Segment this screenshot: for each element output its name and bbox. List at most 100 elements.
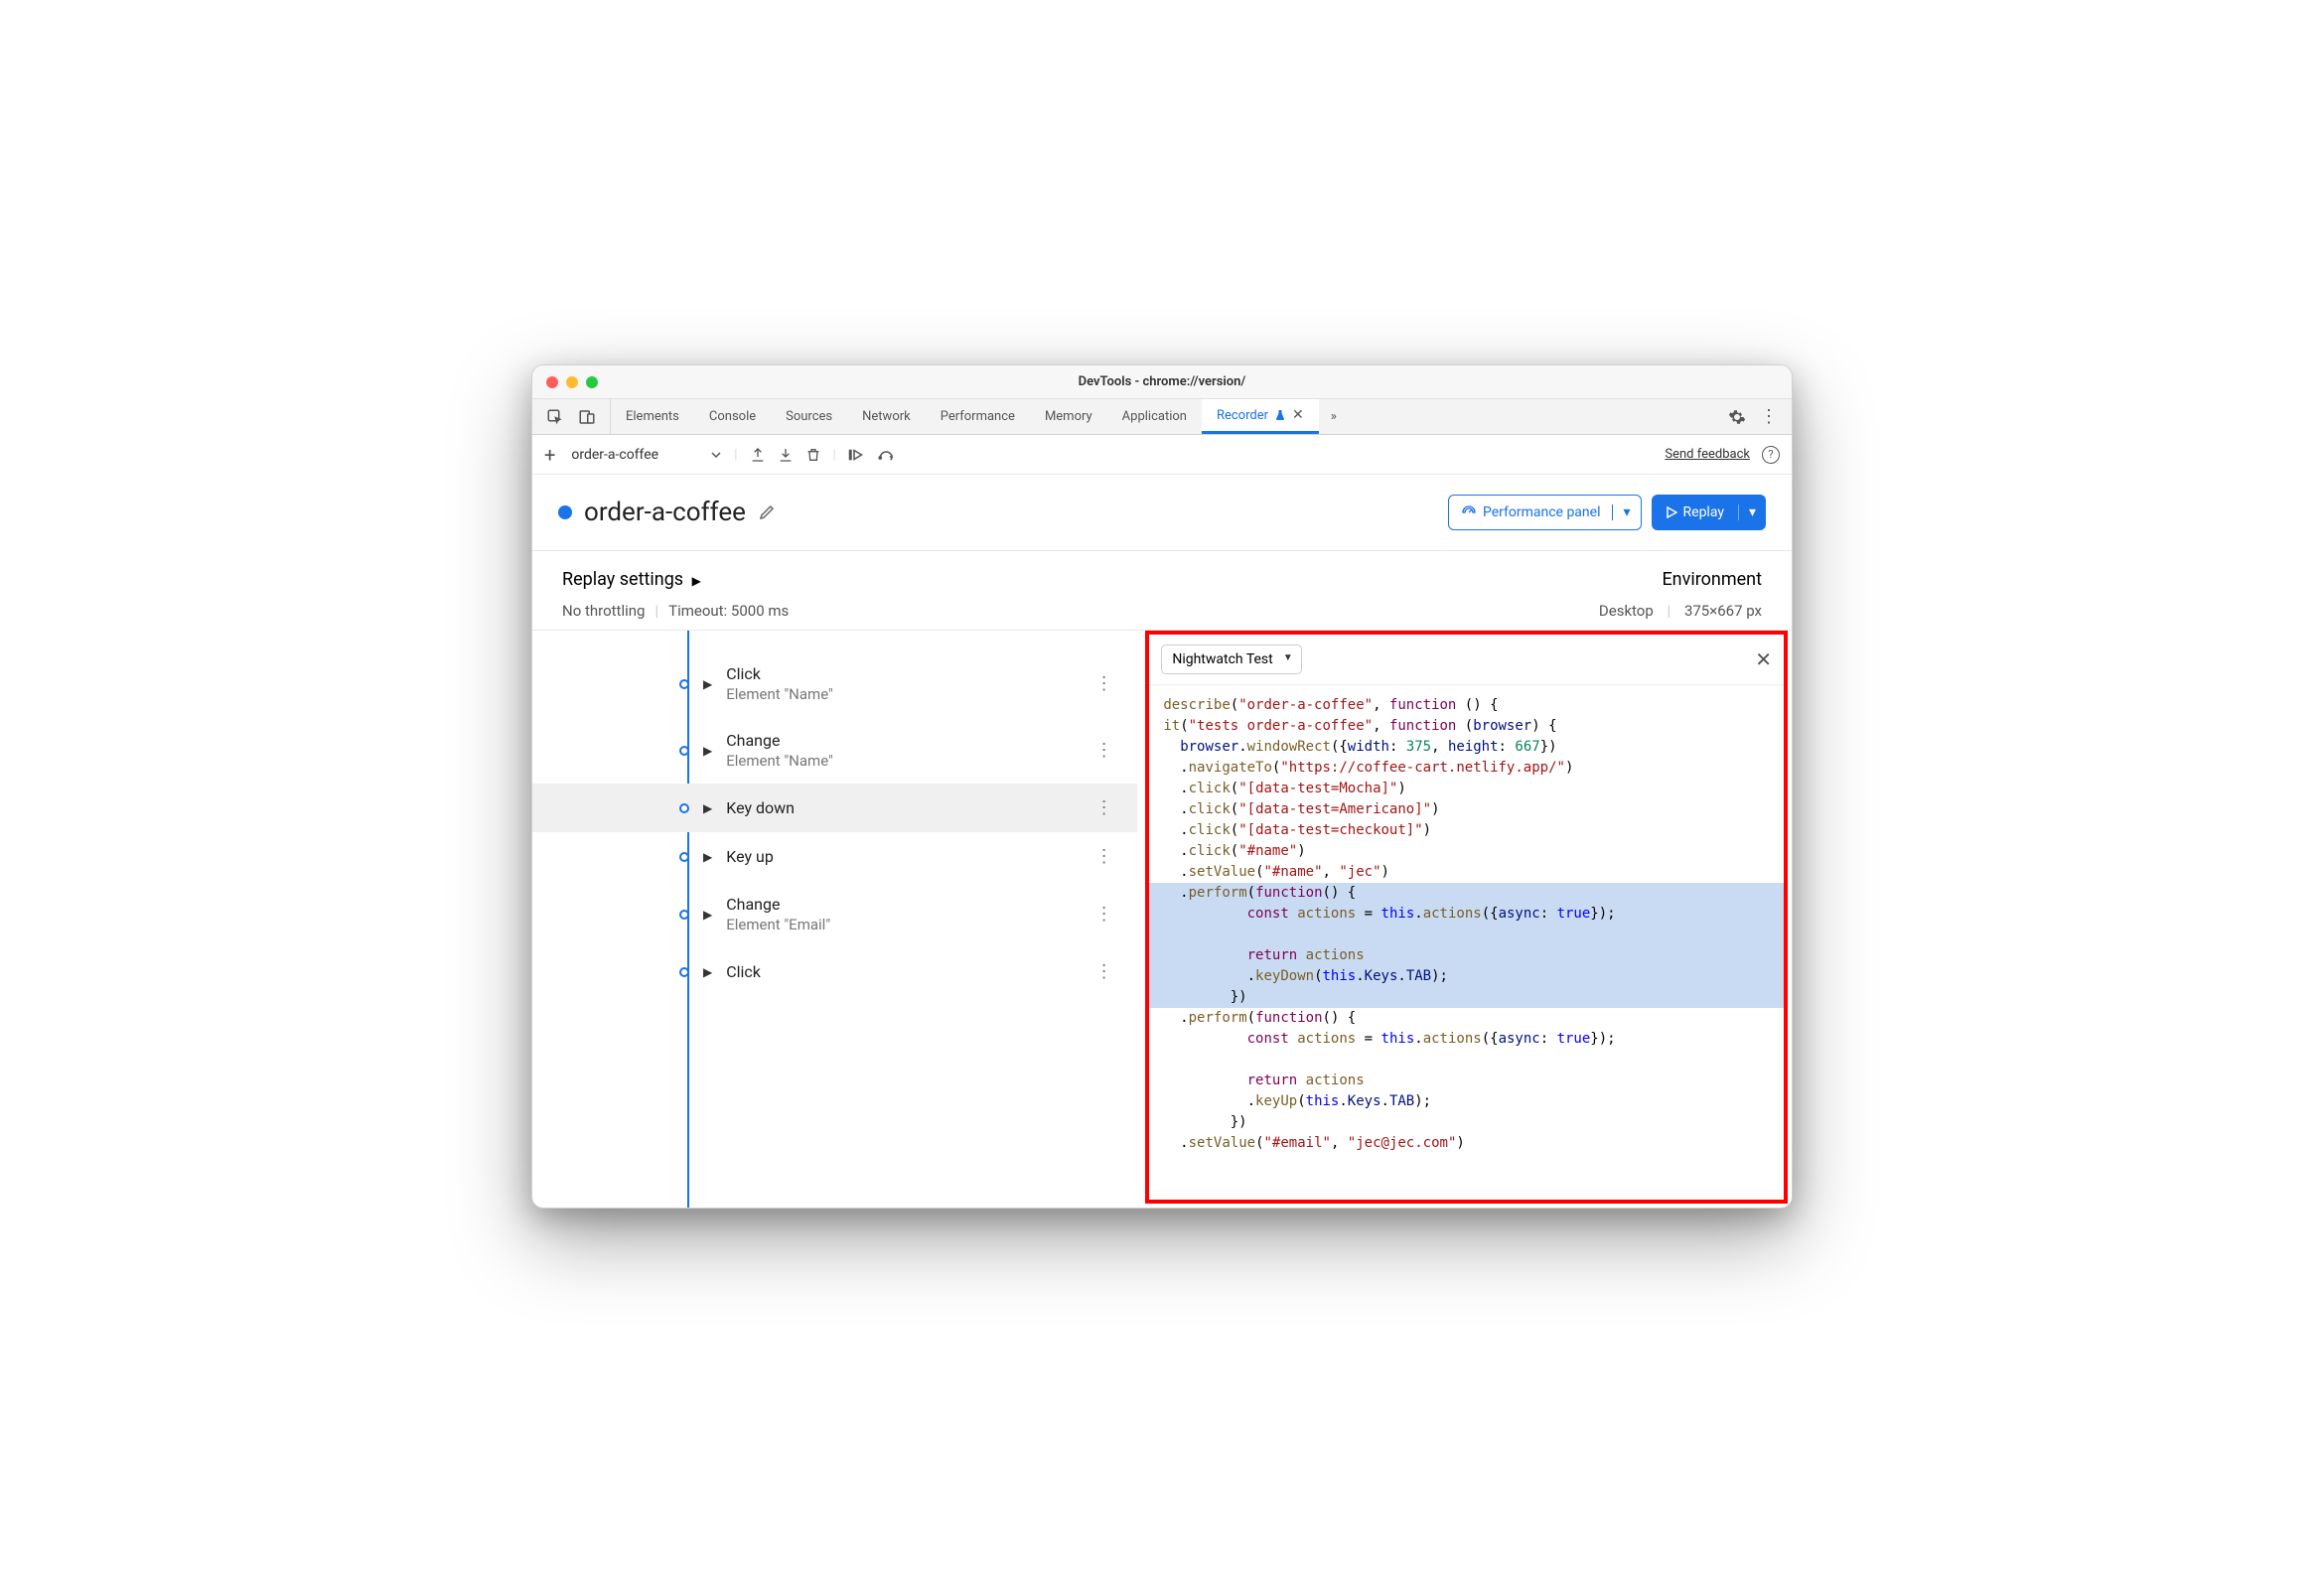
step-row[interactable]: ▶ChangeElement "Name"⋮ <box>532 717 1137 784</box>
steps-column: ▶ClickElement "Name"⋮▶ChangeElement "Nam… <box>532 631 1137 1208</box>
code-line: return actions <box>1163 1071 1784 1091</box>
close-panel-icon[interactable]: ✕ <box>1755 647 1772 671</box>
window-title: DevTools - chrome://version/ <box>532 374 1792 389</box>
page-title: order-a-coffee <box>584 498 746 527</box>
kebab-menu-icon[interactable]: ⋮ <box>1760 406 1778 427</box>
step-menu-icon[interactable]: ⋮ <box>1088 797 1121 818</box>
step-title: Key down <box>726 798 1073 817</box>
code-export-panel: Nightwatch Test ✕ describe("order-a-coff… <box>1145 631 1788 1204</box>
titlebar: DevTools - chrome://version/ <box>532 365 1792 399</box>
step-node <box>679 967 689 977</box>
help-icon[interactable]: ? <box>1762 446 1780 464</box>
throttling-value: No throttling <box>562 602 645 620</box>
step-play-icon[interactable] <box>848 447 866 463</box>
code-line: }) <box>1163 1112 1784 1133</box>
step-title: Click <box>726 664 1073 683</box>
step-row[interactable]: ▶ Click ⋮ <box>532 947 1137 996</box>
status-dot <box>558 505 572 519</box>
inspect-element-icon[interactable] <box>546 408 564 426</box>
edit-title-icon[interactable] <box>758 503 776 521</box>
expand-caret-icon[interactable]: ▶ <box>703 908 712 922</box>
close-tab-icon[interactable]: ✕ <box>1292 407 1304 423</box>
more-tabs-icon[interactable]: » <box>1319 399 1349 434</box>
panel-tabbar: Elements Console Sources Network Perform… <box>532 399 1792 435</box>
export-icon[interactable] <box>750 447 766 463</box>
env-device: Desktop <box>1599 602 1654 620</box>
step-subtitle: Element "Name" <box>726 685 1073 703</box>
step-row[interactable]: ▶ Key down ⋮ <box>532 784 1137 832</box>
step-over-icon[interactable] <box>878 447 896 463</box>
step-title: Change <box>726 731 1073 750</box>
code-line: return actions <box>1149 945 1784 966</box>
device-toggle-icon[interactable] <box>578 408 596 426</box>
expand-caret-icon[interactable]: ▶ <box>703 801 712 815</box>
step-menu-icon[interactable]: ⋮ <box>1088 904 1121 925</box>
code-line: describe("order-a-coffee", function () { <box>1163 695 1784 716</box>
code-line: .click("[data-test=Americano]") <box>1163 799 1784 820</box>
delete-icon[interactable] <box>805 447 821 463</box>
recording-name-dropdown[interactable]: order-a-coffee <box>567 447 698 463</box>
code-line: .perform(function() { <box>1149 883 1784 904</box>
step-menu-icon[interactable]: ⋮ <box>1088 961 1121 982</box>
code-line: .click("[data-test=Mocha]") <box>1163 779 1784 799</box>
code-line: .keyDown(this.Keys.TAB); <box>1149 966 1784 987</box>
main-area: ▶ClickElement "Name"⋮▶ChangeElement "Nam… <box>532 631 1792 1208</box>
tab-sources[interactable]: Sources <box>771 399 847 434</box>
gauge-icon <box>1461 504 1477 520</box>
add-recording-button[interactable]: + <box>544 443 555 467</box>
perf-button-label: Performance panel <box>1483 504 1601 520</box>
maximize-window-button[interactable] <box>586 376 598 388</box>
replay-dropdown-caret[interactable]: ▾ <box>1738 504 1766 520</box>
replay-settings-toggle[interactable]: Replay settings ▶ <box>562 569 701 590</box>
code-body[interactable]: describe("order-a-coffee", function () {… <box>1149 685 1784 1200</box>
step-title: Click <box>726 962 1073 981</box>
tab-recorder[interactable]: Recorder ✕ <box>1202 399 1319 434</box>
expand-caret-icon[interactable]: ▶ <box>703 850 712 864</box>
step-menu-icon[interactable]: ⋮ <box>1088 740 1121 761</box>
step-subtitle: Element "Email" <box>726 916 1073 933</box>
performance-panel-button[interactable]: Performance panel ▾ <box>1448 495 1642 530</box>
perf-dropdown-caret[interactable]: ▾ <box>1612 504 1640 520</box>
code-line: .keyUp(this.Keys.TAB); <box>1163 1091 1784 1112</box>
code-line: .click("#name") <box>1163 841 1784 862</box>
chevron-down-icon[interactable] <box>710 449 722 461</box>
code-line: .setValue("#name", "jec") <box>1163 862 1784 883</box>
step-row[interactable]: ▶ChangeElement "Email"⋮ <box>532 881 1137 947</box>
code-line <box>1149 925 1784 945</box>
tab-performance[interactable]: Performance <box>926 399 1030 434</box>
environment-heading: Environment <box>1662 569 1762 590</box>
expand-caret-icon[interactable]: ▶ <box>703 744 712 758</box>
recorder-toolbar: + order-a-coffee | | Send feedback ? <box>532 435 1792 475</box>
timeout-value: Timeout: 5000 ms <box>668 602 789 620</box>
import-icon[interactable] <box>778 447 794 463</box>
step-row[interactable]: ▶ Key up ⋮ <box>532 832 1137 881</box>
step-row[interactable]: ▶ Click Element "Name" ⋮ <box>532 650 1137 717</box>
expand-caret-icon[interactable]: ▶ <box>703 965 712 979</box>
code-line: const actions = this.actions({async: tru… <box>1163 1029 1784 1050</box>
code-line: }) <box>1149 987 1784 1008</box>
tab-console[interactable]: Console <box>694 399 771 434</box>
code-line: browser.windowRect({width: 375, height: … <box>1163 737 1784 758</box>
send-feedback-link[interactable]: Send feedback <box>1665 447 1750 462</box>
close-window-button[interactable] <box>546 376 558 388</box>
play-icon <box>1666 506 1677 518</box>
step-menu-icon[interactable]: ⋮ <box>1088 673 1121 694</box>
export-format-dropdown[interactable]: Nightwatch Test <box>1161 644 1301 674</box>
minimize-window-button[interactable] <box>566 376 578 388</box>
replay-button[interactable]: Replay ▾ <box>1652 495 1766 530</box>
code-line: it("tests order-a-coffee", function (bro… <box>1163 716 1784 737</box>
code-line: .click("[data-test=checkout]") <box>1163 820 1784 841</box>
tab-network[interactable]: Network <box>847 399 926 434</box>
step-node <box>679 910 689 920</box>
env-size: 375×667 px <box>1684 602 1762 620</box>
settings-icon[interactable] <box>1728 408 1746 426</box>
expand-caret-icon[interactable]: ▶ <box>703 677 712 691</box>
step-menu-icon[interactable]: ⋮ <box>1088 846 1121 867</box>
code-line <box>1163 1050 1784 1071</box>
tab-memory[interactable]: Memory <box>1030 399 1107 434</box>
tab-elements[interactable]: Elements <box>611 399 694 434</box>
step-node <box>679 679 689 689</box>
step-title: Key up <box>726 847 1073 866</box>
code-line: .navigateTo("https://coffee-cart.netlify… <box>1163 758 1784 779</box>
tab-application[interactable]: Application <box>1107 399 1202 434</box>
